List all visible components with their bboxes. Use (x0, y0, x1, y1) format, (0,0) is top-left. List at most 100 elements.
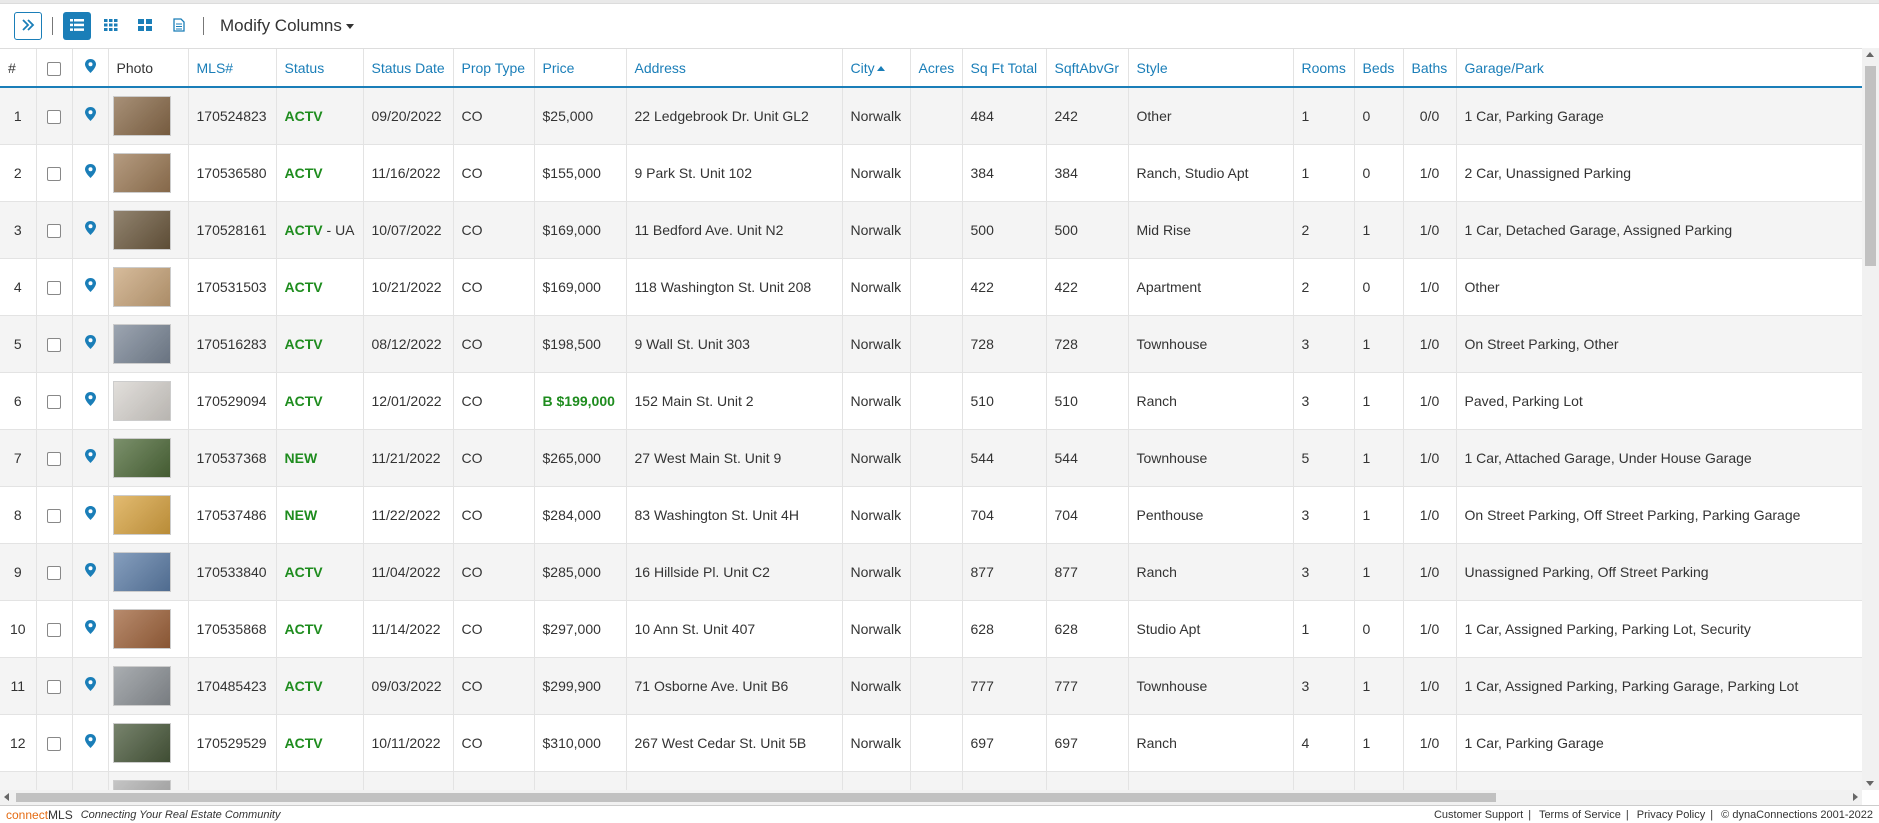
cell-address[interactable]: 10 Ann St. Unit 407 (626, 600, 843, 658)
vertical-scroll-thumb[interactable] (1865, 66, 1876, 266)
column-header-sqft-total[interactable]: Sq Ft Total (962, 49, 1047, 88)
row-select-checkbox[interactable] (47, 280, 61, 295)
scroll-left-icon[interactable] (4, 793, 9, 801)
listing-photo-thumbnail[interactable] (112, 551, 171, 592)
table-row[interactable]: 7 170537368 NEW 11/21/2022 CO $265,000 27 West… (0, 429, 1862, 487)
table-row[interactable]: 2 170536580 ACTV 11/16/2022 CO $155,000 9 Park… (0, 144, 1862, 202)
listing-photo-thumbnail[interactable] (112, 209, 171, 250)
row-select-checkbox[interactable] (47, 394, 61, 409)
cell-mls-number[interactable]: 170536956 (188, 771, 277, 790)
cell-mls-number[interactable]: 170485423 (188, 657, 277, 715)
scroll-up-icon[interactable] (1866, 52, 1874, 57)
column-header-mls[interactable]: MLS# (188, 49, 277, 88)
column-header-prop-type[interactable]: Prop Type (453, 49, 535, 88)
column-header-status[interactable]: Status (276, 49, 364, 88)
row-select-checkbox[interactable] (47, 451, 61, 466)
table-row[interactable]: 6 170529094 ACTV 12/01/2022 CO B $199,000 152 … (0, 372, 1862, 430)
map-pin-icon[interactable] (84, 392, 96, 409)
table-row[interactable]: 4 170531503 ACTV 10/21/2022 CO $169,000 118 Wa… (0, 258, 1862, 316)
vertical-scrollbar[interactable] (1862, 48, 1879, 790)
horizontal-scroll-thumb[interactable] (16, 793, 1496, 802)
cell-address[interactable]: 71 Osborne Ave. Unit B6 (626, 657, 843, 715)
column-header-index[interactable]: # (0, 49, 37, 88)
column-header-garage[interactable]: Garage/Park (1456, 49, 1862, 88)
map-pin-icon[interactable] (84, 221, 96, 238)
cell-mls-number[interactable]: 170537368 (188, 429, 277, 487)
cell-mls-number[interactable]: 170536580 (188, 144, 277, 202)
privacy-policy-link[interactable]: Privacy Policy (1637, 809, 1705, 821)
table-row[interactable]: 5 170516283 ACTV 08/12/2022 CO $198,500 9 Wall… (0, 315, 1862, 373)
table-row[interactable]: 1 170524823 ACTV 09/20/2022 CO $25,000 22 Ledg… (0, 87, 1862, 145)
column-header-price[interactable]: Price (534, 49, 627, 88)
map-pin-icon[interactable] (84, 164, 96, 181)
map-pin-icon[interactable] (84, 449, 96, 466)
cell-address[interactable]: 8 Oakwood Ave. Unit C2 (626, 771, 843, 790)
column-header-photo[interactable]: Photo (108, 49, 189, 88)
grid-view-button[interactable] (97, 12, 125, 40)
terms-of-service-link[interactable]: Terms of Service (1539, 809, 1621, 821)
listing-photo-thumbnail[interactable] (112, 95, 171, 136)
map-pin-icon[interactable] (84, 677, 96, 694)
cell-address[interactable]: 9 Park St. Unit 102 (626, 144, 843, 202)
cell-mls-number[interactable]: 170529094 (188, 372, 277, 430)
listing-photo-thumbnail[interactable] (112, 152, 171, 193)
listing-photo-thumbnail[interactable] (112, 779, 171, 790)
map-pin-icon[interactable] (84, 506, 96, 523)
cell-mls-number[interactable]: 170528161 (188, 201, 277, 259)
column-header-address[interactable]: Address (626, 49, 843, 88)
cell-address[interactable]: 152 Main St. Unit 2 (626, 372, 843, 430)
column-header-sqft-abvgr[interactable]: SqftAbvGr (1046, 49, 1129, 88)
listing-photo-thumbnail[interactable] (112, 494, 171, 535)
column-header-style[interactable]: Style (1128, 49, 1294, 88)
listing-photo-thumbnail[interactable] (112, 380, 171, 421)
listing-photo-thumbnail[interactable] (112, 323, 171, 364)
table-row[interactable]: 13 170536956ACTV11/18/2022CO$329,0008 Oak… (0, 771, 1862, 790)
cell-mls-number[interactable]: 170531503 (188, 258, 277, 316)
scroll-right-icon[interactable] (1853, 793, 1858, 801)
cell-mls-number[interactable]: 170537486 (188, 486, 277, 544)
row-select-checkbox[interactable] (47, 736, 61, 751)
report-view-button[interactable] (165, 12, 193, 40)
cell-address[interactable]: 9 Wall St. Unit 303 (626, 315, 843, 373)
row-select-checkbox[interactable] (47, 337, 61, 352)
column-header-acres[interactable]: Acres (910, 49, 963, 88)
cell-address[interactable]: 27 West Main St. Unit 9 (626, 429, 843, 487)
column-header-beds[interactable]: Beds (1354, 49, 1404, 88)
table-row[interactable]: 9 170533840 ACTV 11/04/2022 CO $285,000 16 Hil… (0, 543, 1862, 601)
tile-view-button[interactable] (131, 12, 159, 40)
table-row[interactable]: 11 170485423 ACTV 09/03/2022 CO $299,900 71 Os… (0, 657, 1862, 715)
cell-address[interactable]: 83 Washington St. Unit 4H (626, 486, 843, 544)
select-all-checkbox[interactable] (47, 61, 61, 76)
expand-sidebar-button[interactable] (14, 12, 42, 40)
row-select-checkbox[interactable] (47, 508, 61, 523)
map-pin-icon[interactable] (84, 278, 96, 295)
scroll-down-icon[interactable] (1866, 781, 1874, 786)
row-select-checkbox[interactable] (47, 565, 61, 580)
table-row[interactable]: 12 170529529 ACTV 10/11/2022 CO $310,000 267 W… (0, 714, 1862, 772)
row-select-checkbox[interactable] (47, 166, 61, 181)
row-select-checkbox[interactable] (47, 109, 61, 124)
map-pin-icon[interactable] (84, 335, 96, 352)
map-pin-icon[interactable] (84, 107, 96, 124)
column-header-baths[interactable]: Baths (1403, 49, 1457, 88)
cell-address[interactable]: 11 Bedford Ave. Unit N2 (626, 201, 843, 259)
table-row[interactable]: 3 170528161 ACTV - UA 10/07/2022 CO $169,000 1… (0, 201, 1862, 259)
cell-mls-number[interactable]: 170524823 (188, 87, 277, 145)
listing-photo-thumbnail[interactable] (112, 608, 171, 649)
map-pin-icon[interactable] (84, 734, 96, 751)
column-header-rooms[interactable]: Rooms (1293, 49, 1355, 88)
listing-photo-thumbnail[interactable] (112, 437, 171, 478)
listing-photo-thumbnail[interactable] (112, 722, 171, 763)
cell-address[interactable]: 118 Washington St. Unit 208 (626, 258, 843, 316)
table-row[interactable]: 8 170537486 NEW 11/22/2022 CO $284,000 83 Wash… (0, 486, 1862, 544)
column-header-city[interactable]: City (842, 49, 911, 88)
cell-mls-number[interactable]: 170533840 (188, 543, 277, 601)
cell-address[interactable]: 16 Hillside Pl. Unit C2 (626, 543, 843, 601)
table-row[interactable]: 10 170535868 ACTV 11/14/2022 CO $297,000 10 An… (0, 600, 1862, 658)
horizontal-scrollbar[interactable] (0, 790, 1862, 805)
cell-address[interactable]: 22 Ledgebrook Dr. Unit GL2 (626, 87, 843, 145)
modify-columns-dropdown[interactable]: Modify Columns (220, 16, 354, 36)
cell-mls-number[interactable]: 170529529 (188, 714, 277, 772)
list-view-button[interactable] (63, 12, 91, 40)
row-select-checkbox[interactable] (47, 679, 61, 694)
